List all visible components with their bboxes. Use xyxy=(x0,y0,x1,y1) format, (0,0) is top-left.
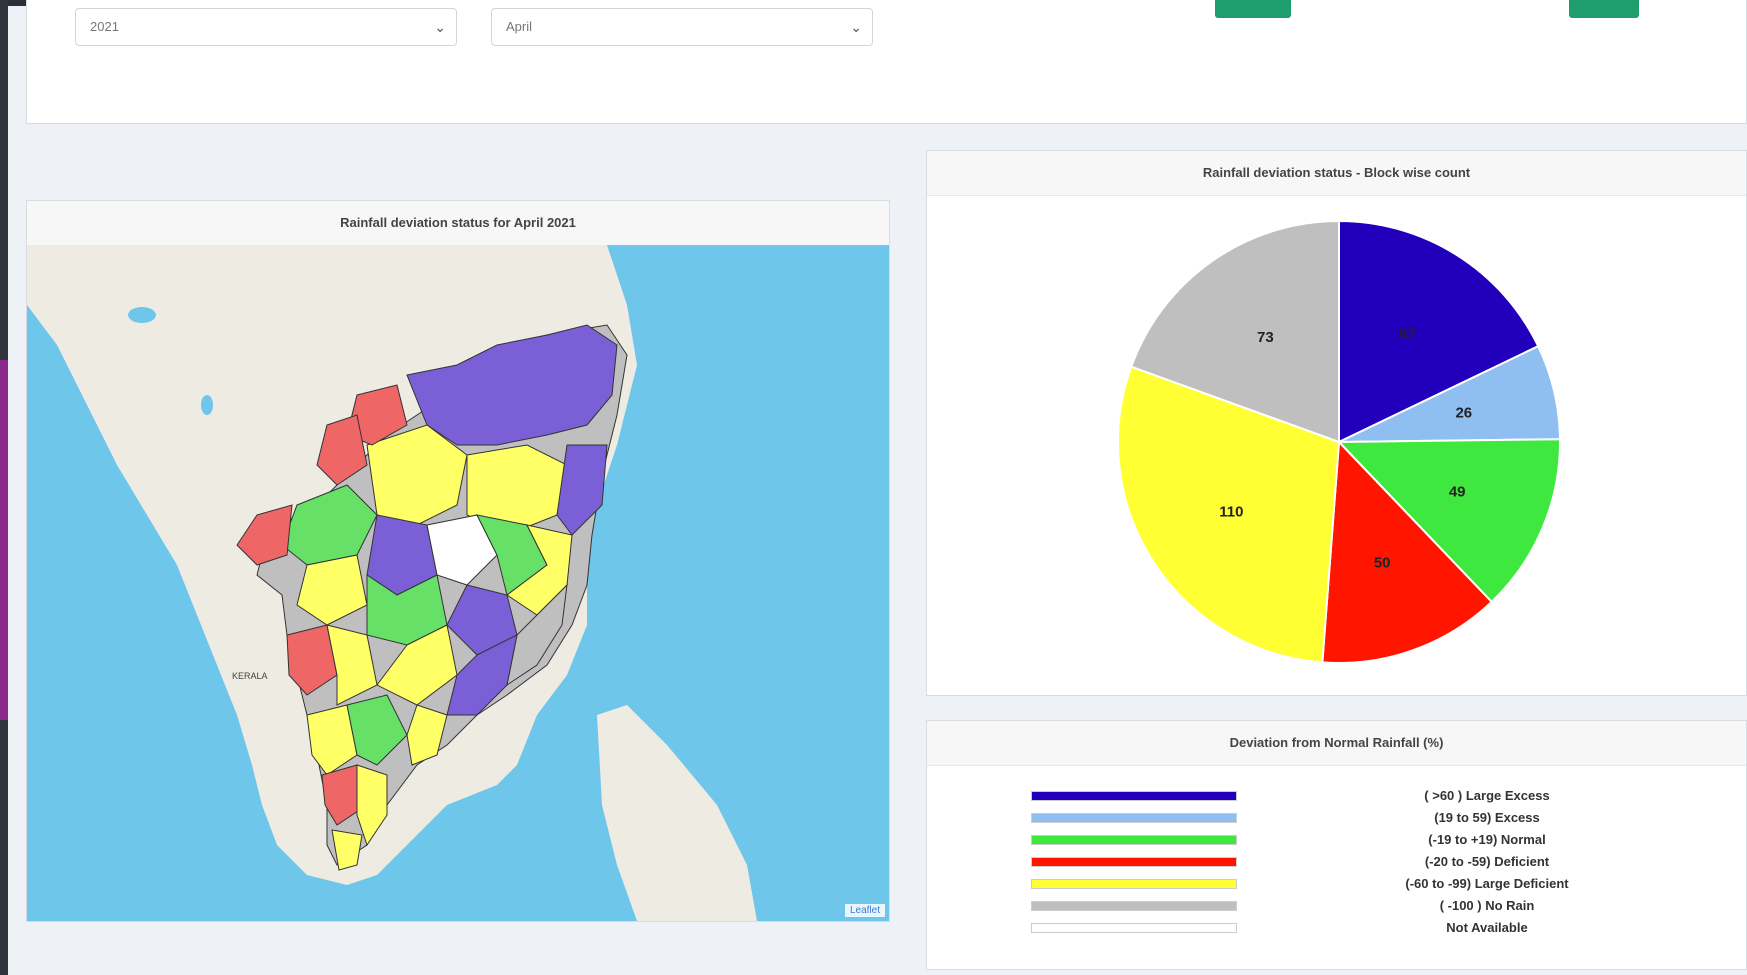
sidebar-edge xyxy=(0,0,8,975)
legend-label: (-19 to +19) Normal xyxy=(1428,832,1546,847)
pie-data-label: 26 xyxy=(1455,405,1472,422)
rainfall-map[interactable]: KERALA Leaflet xyxy=(27,245,889,921)
map-card-title: Rainfall deviation status for April 2021 xyxy=(27,201,889,246)
lake xyxy=(128,307,156,323)
legend-label: (19 to 59) Excess xyxy=(1434,810,1540,825)
legend-label: (-20 to -59) Deficient xyxy=(1424,854,1550,869)
month-select[interactable]: April ⌄ xyxy=(491,8,873,46)
filter-card: 2021 ⌄ April ⌄ xyxy=(26,0,1747,124)
pie-data-label: 49 xyxy=(1449,484,1466,501)
map-canvas xyxy=(27,245,889,921)
legend-swatch xyxy=(1031,835,1237,845)
legend-swatch xyxy=(1031,791,1237,801)
export-button[interactable] xyxy=(1569,0,1639,18)
chevron-down-icon: ⌄ xyxy=(850,19,862,35)
month-select-value: April xyxy=(506,19,533,34)
legend-card-title: Deviation from Normal Rainfall (%) xyxy=(927,721,1746,766)
pie-card: Rainfall deviation status - Block wise c… xyxy=(926,150,1747,696)
legend-swatch xyxy=(1031,901,1237,911)
pie-chart: 67 26 49 50 110 73 xyxy=(1117,219,1561,664)
legend-item: Not Available xyxy=(927,917,1746,939)
legend-label: ( >60 ) Large Excess xyxy=(1424,788,1550,803)
legend-swatch xyxy=(1031,923,1237,933)
year-select[interactable]: 2021 ⌄ xyxy=(75,8,457,46)
chevron-down-icon: ⌄ xyxy=(434,19,446,35)
legend-item: (-60 to -99) Large Deficient xyxy=(927,873,1746,895)
legend-swatch xyxy=(1031,813,1237,823)
legend-label: Not Available xyxy=(1446,920,1528,935)
pie-data-label: 73 xyxy=(1257,329,1274,346)
legend-label: (-60 to -99) Large Deficient xyxy=(1405,876,1569,891)
legend-swatch xyxy=(1031,879,1237,889)
legend-item: (19 to 59) Excess xyxy=(927,807,1746,829)
pie-card-title: Rainfall deviation status - Block wise c… xyxy=(927,151,1746,196)
legend-item: (-19 to +19) Normal xyxy=(927,829,1746,851)
year-select-value: 2021 xyxy=(90,19,119,34)
legend-card: Deviation from Normal Rainfall (%) ( >60… xyxy=(926,720,1747,970)
legend-item: ( -100 ) No Rain xyxy=(927,895,1746,917)
legend-item: ( >60 ) Large Excess xyxy=(927,785,1746,807)
lake xyxy=(201,395,213,415)
legend-item: (-20 to -59) Deficient xyxy=(927,851,1746,873)
legend-label: ( -100 ) No Rain xyxy=(1439,898,1535,913)
map-region-label: KERALA xyxy=(232,671,268,681)
submit-button[interactable] xyxy=(1215,0,1291,18)
legend-swatch xyxy=(1031,857,1237,867)
leaflet-attribution-link[interactable]: Leaflet xyxy=(844,904,885,917)
pie-data-label: 67 xyxy=(1399,325,1416,342)
map-card: Rainfall deviation status for April 2021 xyxy=(26,200,890,922)
sidebar-accent xyxy=(0,360,8,720)
pie-data-label: 110 xyxy=(1219,504,1243,521)
pie-data-label: 50 xyxy=(1374,555,1391,572)
